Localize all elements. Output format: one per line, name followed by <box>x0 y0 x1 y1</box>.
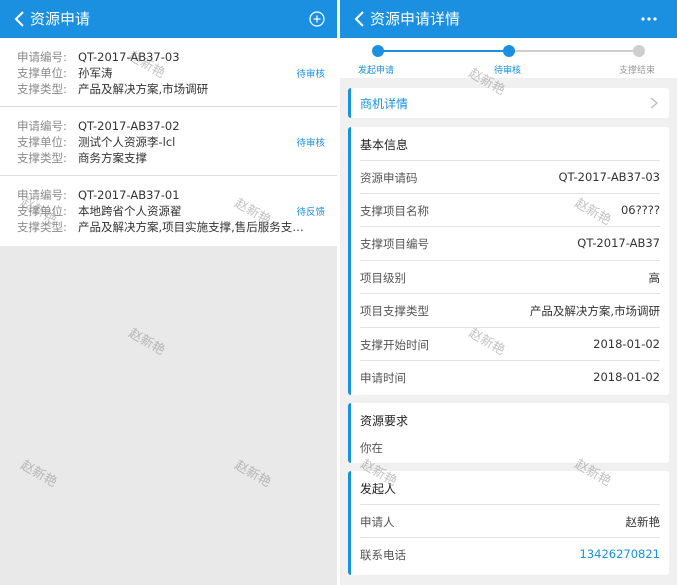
field-label: 支撑项目名称 <box>360 204 429 218</box>
request-list-screen: 资源申请 申请编号: QT-2017-AB37-03 支撑单位: 孙军涛 支撑类型:… <box>0 0 337 585</box>
list-header: 资源申请 <box>0 0 337 38</box>
request-id-row: 申请编号: QT-2017-AB37-01 <box>17 187 180 203</box>
step-label: 待审核 <box>494 66 522 76</box>
field-value: 2018-01-02 <box>593 337 660 351</box>
detail-row: 项目支撑类型 产品及解决方案,市场调研 <box>360 293 660 326</box>
request-detail-screen: 资源申请详情 发起申请 待审核 支撑结束 商机详情 基本信息 资源申请码 QT-… <box>340 0 677 585</box>
field-value: 赵新艳 <box>625 515 661 529</box>
app-root: 资源申请 申请编号: QT-2017-AB37-03 支撑单位: 孙军涛 支撑类型:… <box>0 0 677 585</box>
field-label: 申请人 <box>360 515 395 529</box>
step-label: 支撑结束 <box>619 66 656 76</box>
support-type-row: 支撑类型: 产品及解决方案,市场调研 <box>17 81 208 97</box>
support-unit-row: 支撑单位: 孙军涛 <box>17 65 113 81</box>
chevron-left-icon[interactable] <box>350 9 370 29</box>
status-badge: 待反馈 <box>296 207 325 218</box>
requirement-card: 资源要求 你在 <box>348 403 669 463</box>
support-type-row: 支撑类型: 商务方案支撑 <box>17 150 147 166</box>
phone-link[interactable]: 13426270821 <box>580 547 660 561</box>
field-label: 支撑类型: <box>17 82 67 96</box>
progress-steps: 发起申请 待审核 支撑结束 <box>340 38 677 78</box>
detail-row: 支撑开始时间 2018-01-02 <box>360 327 660 360</box>
watermark: 赵新艳 <box>125 325 168 359</box>
status-badge: 待审核 <box>296 138 325 149</box>
requirement-text: 你在 <box>360 441 383 455</box>
field-label: 申请编号: <box>17 119 67 133</box>
field-value: 高 <box>648 271 661 285</box>
page-title: 资源申请 <box>30 10 91 28</box>
field-value: QT-2017-AB37-03 <box>558 170 660 184</box>
more-icon[interactable] <box>639 11 659 27</box>
watermark: 赵新艳 <box>17 457 60 491</box>
support-unit-row: 支撑单位: 本地跨省个人资源翟 <box>17 203 182 219</box>
request-id-row: 申请编号: QT-2017-AB37-02 <box>17 118 180 134</box>
field-label: 支撑类型: <box>17 151 67 165</box>
initiator-card: 发起人 申请人 赵新艳 联系电话 13426270821 <box>348 471 669 575</box>
status-badge: 待审核 <box>296 69 325 80</box>
page-title: 资源申请详情 <box>370 10 461 28</box>
detail-row: 项目级别 高 <box>360 260 660 293</box>
field-label: 项目支撑类型 <box>360 304 429 318</box>
business-detail-label: 商机详情 <box>360 97 409 111</box>
field-value: 孙军涛 <box>78 66 113 80</box>
request-id-row: 申请编号: QT-2017-AB37-03 <box>17 49 180 65</box>
field-label: 支撑单位: <box>17 135 67 149</box>
request-list: 申请编号: QT-2017-AB37-03 支撑单位: 孙军涛 支撑类型: 产品及解决… <box>0 38 337 246</box>
watermark: 赵新艳 <box>231 457 274 491</box>
basic-info-card: 基本信息 资源申请码 QT-2017-AB37-03 支撑项目名称 06???? 支… <box>348 127 669 395</box>
plus-circle-icon[interactable] <box>309 11 325 27</box>
chevron-left-icon[interactable] <box>10 9 30 29</box>
field-value: 06???? <box>620 203 660 217</box>
section-heading: 资源要求 <box>360 414 409 428</box>
field-value: 2018-01-02 <box>593 370 660 384</box>
list-item[interactable]: 申请编号: QT-2017-AB37-02 支撑单位: 测试个人资源李-lcl 支撑… <box>0 107 337 176</box>
field-label: 资源申请码 <box>360 171 418 185</box>
section-heading: 发起人 <box>360 482 397 496</box>
field-label: 支撑单位: <box>17 204 67 218</box>
detail-row: 支撑项目编号 QT-2017-AB37 <box>360 226 660 259</box>
list-item[interactable]: 申请编号: QT-2017-AB37-01 支撑单位: 本地跨省个人资源翟 支撑类型… <box>0 176 337 246</box>
detail-row: 申请时间 2018-01-02 <box>360 360 660 393</box>
detail-row: 支撑项目名称 06???? <box>360 193 660 226</box>
detail-row: 资源申请码 QT-2017-AB37-03 <box>360 160 660 193</box>
step-dot-done <box>372 45 384 57</box>
business-detail-link[interactable]: 商机详情 <box>348 88 669 118</box>
field-label: 支撑开始时间 <box>360 338 429 352</box>
field-value: QT-2017-AB37 <box>577 236 660 250</box>
step-label: 发起申请 <box>358 66 395 76</box>
step-dot-current <box>503 45 515 57</box>
support-type-row: 支撑类型: 产品及解决方案,项目实施支撑,售后服务支… <box>17 219 304 235</box>
field-label: 申请编号: <box>17 50 67 64</box>
field-value: QT-2017-AB37-02 <box>78 119 180 133</box>
step-dot-pending <box>633 45 645 57</box>
field-value: 产品及解决方案,市场调研 <box>529 304 660 318</box>
detail-row: 联系电话 13426270821 <box>360 537 660 570</box>
step-connector <box>509 50 639 52</box>
field-value: 本地跨省个人资源翟 <box>78 204 182 218</box>
detail-row: 申请人 赵新艳 <box>360 504 660 537</box>
field-label: 申请时间 <box>360 371 406 385</box>
field-label: 申请编号: <box>17 188 67 202</box>
field-label: 项目级别 <box>360 271 406 285</box>
chevron-right-icon <box>650 97 659 109</box>
field-label: 联系电话 <box>360 548 406 562</box>
field-value: QT-2017-AB37-03 <box>78 50 180 64</box>
field-label: 支撑项目编号 <box>360 237 429 251</box>
field-label: 支撑类型: <box>17 220 67 234</box>
support-unit-row: 支撑单位: 测试个人资源李-lcl <box>17 134 175 150</box>
list-item[interactable]: 申请编号: QT-2017-AB37-03 支撑单位: 孙军涛 支撑类型: 产品及解决… <box>0 38 337 107</box>
step-connector <box>378 50 509 52</box>
section-heading: 基本信息 <box>360 138 409 152</box>
field-value: 测试个人资源李-lcl <box>78 135 176 149</box>
detail-header: 资源申请详情 <box>340 0 677 38</box>
field-value: 产品及解决方案,市场调研 <box>78 82 209 96</box>
field-value: QT-2017-AB37-01 <box>78 188 180 202</box>
field-value: 产品及解决方案,项目实施支撑,售后服务支… <box>78 220 304 234</box>
field-label: 支撑单位: <box>17 66 67 80</box>
field-value: 商务方案支撑 <box>78 151 147 165</box>
